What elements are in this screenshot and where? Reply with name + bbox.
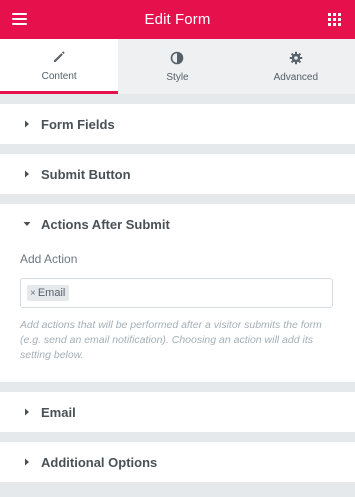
gear-icon (288, 50, 304, 66)
add-action-description: Add actions that will be performed after… (20, 319, 322, 361)
editor-header: Edit Form (0, 0, 355, 39)
section-title: Additional Options (41, 454, 158, 470)
caret-right-icon (22, 457, 32, 467)
section-title: Actions After Submit (41, 216, 170, 232)
half-circle-icon (169, 50, 185, 66)
section-actions-after-submit: Actions After Submit Add Action × Email … (0, 204, 355, 382)
header-title: Edit Form (144, 11, 211, 28)
tab-style-label: Style (166, 72, 189, 83)
section-email-header[interactable]: Email (0, 392, 355, 432)
section-actions-body: Add Action × Email Add actions that will… (0, 252, 355, 363)
caret-right-icon (22, 119, 32, 129)
add-action-label: Add Action (20, 252, 78, 266)
section-actions-after-submit-header[interactable]: Actions After Submit (0, 204, 355, 244)
tab-advanced[interactable]: Advanced (236, 39, 355, 94)
caret-down-icon (22, 219, 32, 229)
panel-tabs: Content Style Advanced (0, 39, 355, 94)
section-additional-options: Additional Options (0, 442, 355, 482)
tab-content[interactable]: Content (0, 39, 119, 94)
section-form-fields: Form Fields (0, 104, 355, 144)
apps-grid-icon[interactable] (328, 13, 341, 26)
section-title: Submit Button (41, 166, 131, 182)
section-title: Form Fields (41, 116, 115, 132)
action-tag-label: Email (37, 287, 66, 299)
caret-right-icon (22, 407, 32, 417)
section-submit-button: Submit Button (0, 154, 355, 194)
section-title: Email (41, 404, 76, 420)
section-submit-button-header[interactable]: Submit Button (0, 154, 355, 194)
remove-tag-icon[interactable]: × (30, 288, 36, 299)
add-action-select[interactable]: × Email (20, 278, 333, 308)
section-email: Email (0, 392, 355, 432)
section-form-fields-header[interactable]: Form Fields (0, 104, 355, 144)
tab-content-label: Content (41, 70, 77, 82)
section-additional-options-header[interactable]: Additional Options (0, 442, 355, 482)
tab-advanced-label: Advanced (273, 72, 319, 83)
action-tag-email: × Email (27, 285, 70, 301)
caret-right-icon (22, 169, 32, 179)
hamburger-icon[interactable] (12, 11, 28, 27)
pencil-icon (51, 49, 67, 65)
tab-style[interactable]: Style (118, 39, 237, 94)
